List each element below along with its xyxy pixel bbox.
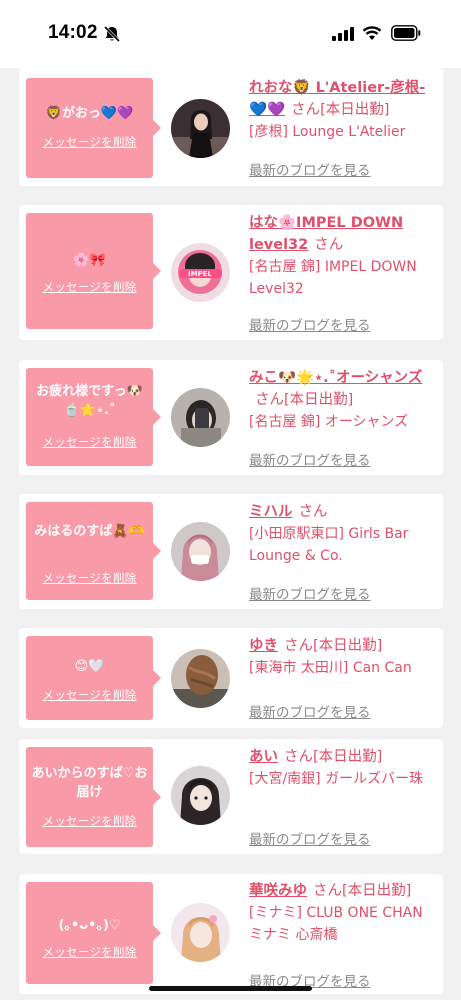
latest-blog-link[interactable]: 最新のブログを見る <box>249 583 371 603</box>
cast-name-link[interactable]: 華咲みゆ <box>249 883 307 899</box>
cast-info: みこ🐶🌟⋆.˚オーシャンズさん[本日出勤] [名古屋 錦] オーシャンズ <box>249 367 437 433</box>
message-card: あいからのすば♡お届け メッセージを削除 あい さん[本日出勤] [大宮/南銀] … <box>19 739 443 854</box>
message-text: 🌸🎀 <box>73 253 106 268</box>
latest-blog-link[interactable]: 最新のブログを見る <box>249 159 371 179</box>
cast-name-link[interactable]: ミハル <box>249 504 293 520</box>
battery-icon <box>391 25 421 41</box>
shop-name: [大宮/南銀] ガールズバー珠 <box>249 771 424 787</box>
message-text: あいからのすば♡お届け <box>31 766 148 800</box>
bell-muted-icon <box>103 25 121 43</box>
message-text: 🦁がおっ💙💜 <box>45 106 134 121</box>
cast-name-link[interactable]: みこ🐶🌟⋆.˚オーシャンズ <box>249 370 422 386</box>
message-card: みはるのすば🧸🫶 メッセージを削除 ミハル さん [小田原駅東口] Girls B… <box>19 494 443 609</box>
honorific: さん <box>291 102 321 118</box>
avatar[interactable] <box>171 766 230 825</box>
shop-name: [小田原駅東口] Girls Bar Lounge & Co. <box>249 526 409 564</box>
shop-name: [名古屋 錦] オーシャンズ <box>249 414 409 430</box>
delete-message-link[interactable]: メッセージを削除 <box>26 134 153 150</box>
message-card: (｡•ᴗ•｡)♡ メッセージを削除 華咲みゆ さん[本日出勤] [ミナミ] CLU… <box>19 874 443 994</box>
cast-name-link[interactable]: ゆき <box>249 638 278 654</box>
delete-message-link[interactable]: メッセージを削除 <box>26 279 153 295</box>
attendance-status: [本日出勤] <box>313 638 383 654</box>
honorific: さん <box>284 638 313 654</box>
honorific: さん <box>298 504 328 520</box>
home-indicator <box>149 986 312 991</box>
message-text: (｡•ᴗ•｡)♡ <box>58 918 121 933</box>
avatar[interactable] <box>171 903 230 962</box>
avatar[interactable] <box>171 388 230 447</box>
cast-info: れおな🦁 L'Atelier-彦根-💙💜 さん[本日出勤] [彦根] Lounge… <box>249 77 437 143</box>
cast-info: ゆき さん[本日出勤] [東海市 太田川] Can Can <box>249 635 437 679</box>
shop-name: [ミナミ] CLUB ONE CHAN ミナミ 心斎橋 <box>249 905 423 943</box>
status-time: 14:02 <box>48 22 98 43</box>
shop-name: [東海市 太田川] Can Can <box>249 660 412 676</box>
status-bar: 14:02 <box>0 0 461 68</box>
cast-info: ミハル さん [小田原駅東口] Girls Bar Lounge & Co. <box>249 501 437 567</box>
attendance-status: [本日出勤] <box>284 392 354 408</box>
message-bubble: 🦁がおっ💙💜 メッセージを削除 <box>26 78 161 178</box>
cast-info: はな🌸IMPEL DOWN level32 さん [名古屋 錦] IMPEL DO… <box>249 212 437 300</box>
honorific: さん <box>255 392 284 408</box>
latest-blog-link[interactable]: 最新のブログを見る <box>249 828 371 848</box>
message-bubble: 🌸🎀 メッセージを削除 <box>26 213 161 329</box>
latest-blog-link[interactable]: 最新のブログを見る <box>249 314 371 334</box>
cast-info: あい さん[本日出勤] [大宮/南銀] ガールズバー珠 <box>249 746 437 790</box>
cast-name-link[interactable]: あい <box>249 749 278 765</box>
attendance-status: [本日出勤] <box>320 102 390 118</box>
avatar[interactable] <box>171 649 230 708</box>
message-card: お疲れ様ですっ🐶🍵🌟⋆.˚ メッセージを削除 みこ🐶🌟⋆.˚オーシャンズさん[本… <box>19 360 443 475</box>
message-bubble: みはるのすば🧸🫶 メッセージを削除 <box>26 502 161 600</box>
message-text: みはるのすば🧸🫶 <box>34 524 145 539</box>
message-card: 🌸🎀 メッセージを削除 IMPEL はな🌸IMPEL DOWN level32 さ… <box>19 205 443 340</box>
delete-message-link[interactable]: メッセージを削除 <box>26 434 153 450</box>
svg-text:IMPEL: IMPEL <box>188 270 212 278</box>
avatar[interactable] <box>171 522 230 581</box>
wifi-icon <box>362 26 382 40</box>
honorific: さん <box>313 883 342 899</box>
latest-blog-link[interactable]: 最新のブログを見る <box>249 449 371 469</box>
message-bubble: (｡•ᴗ•｡)♡ メッセージを削除 <box>26 882 161 984</box>
cellular-signal-icon <box>332 27 354 41</box>
delete-message-link[interactable]: メッセージを削除 <box>26 570 153 586</box>
delete-message-link[interactable]: メッセージを削除 <box>26 687 153 703</box>
message-card: 😊🤍 メッセージを削除 ゆき さん[本日出勤] [東海市 太田川] Can Can… <box>19 628 443 728</box>
delete-message-link[interactable]: メッセージを削除 <box>26 813 153 829</box>
message-card: 🦁がおっ💙💜 メッセージを削除 れおな🦁 L'Atelier-彦根-💙💜 さん[本… <box>19 68 443 186</box>
message-bubble: 😊🤍 メッセージを削除 <box>26 636 161 720</box>
message-bubble: お疲れ様ですっ🐶🍵🌟⋆.˚ メッセージを削除 <box>26 368 161 466</box>
shop-name: [名古屋 錦] IMPEL DOWN Level32 <box>249 259 417 297</box>
message-text: 😊🤍 <box>74 659 105 674</box>
attendance-status: [本日出勤] <box>313 749 383 765</box>
avatar[interactable] <box>171 99 230 158</box>
shop-name: [彦根] Lounge L'Atelier <box>249 124 406 140</box>
message-bubble: あいからのすば♡お届け メッセージを削除 <box>26 747 161 847</box>
latest-blog-link[interactable]: 最新のブログを見る <box>249 701 371 721</box>
avatar[interactable]: IMPEL <box>171 243 230 302</box>
attendance-status: [本日出勤] <box>342 883 412 899</box>
message-text: お疲れ様ですっ🐶🍵🌟⋆.˚ <box>36 384 143 418</box>
delete-message-link[interactable]: メッセージを削除 <box>26 944 153 960</box>
honorific: さん <box>284 749 313 765</box>
cast-info: 華咲みゆ さん[本日出勤] [ミナミ] CLUB ONE CHAN ミナミ 心斎橋 <box>249 880 437 946</box>
honorific: さん <box>314 237 344 253</box>
